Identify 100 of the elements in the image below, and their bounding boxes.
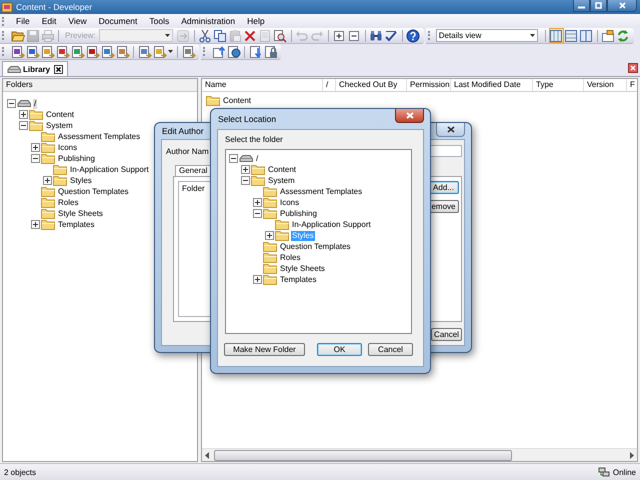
close-button[interactable] — [436, 123, 465, 137]
column-header[interactable]: Last Modified Date — [451, 79, 533, 91]
view-dropdown[interactable]: Details view — [436, 29, 538, 42]
tree-item[interactable]: Templates — [57, 220, 96, 230]
tree-item[interactable]: Content — [45, 110, 76, 120]
tree-item[interactable]: / — [33, 98, 38, 108]
document-icon[interactable] — [56, 44, 70, 58]
collapse-icon[interactable] — [229, 154, 238, 163]
expand-icon[interactable] — [265, 231, 274, 240]
list-item[interactable]: Content — [222, 96, 252, 105]
minimize-button[interactable] — [573, 0, 590, 12]
tree-item[interactable]: Styles — [69, 176, 93, 186]
open-folder-icon[interactable] — [10, 28, 24, 42]
split-view-button[interactable] — [578, 28, 594, 43]
document-icon[interactable] — [100, 44, 114, 58]
collapse-icon[interactable] — [241, 176, 250, 185]
tree-item[interactable]: In-Application Support — [291, 220, 372, 230]
tree-item[interactable]: Style Sheets — [279, 264, 326, 274]
tree-item[interactable]: Roles — [57, 198, 80, 208]
tree-item[interactable]: / — [255, 154, 260, 164]
grid-view-button[interactable] — [548, 28, 564, 43]
expand-icon[interactable] — [241, 165, 250, 174]
dialog-button[interactable]: Cancel — [431, 328, 462, 341]
close-button[interactable] — [395, 109, 424, 123]
document-icon[interactable] — [70, 44, 84, 58]
right-arrow-icon[interactable] — [629, 452, 634, 458]
document-icon[interactable] — [40, 44, 54, 58]
tree-item[interactable]: Content — [267, 164, 298, 174]
column-header[interactable]: F — [627, 79, 637, 91]
menu-item[interactable]: Help — [241, 16, 271, 26]
horizontal-scrollbar[interactable] — [202, 448, 637, 461]
tree-item[interactable]: Publishing — [279, 208, 318, 218]
expand-icon[interactable] — [31, 220, 40, 229]
caret-icon[interactable] — [168, 50, 173, 53]
collapse-icon[interactable] — [19, 121, 28, 130]
document-icon[interactable] — [86, 44, 100, 58]
magnifier-icon[interactable] — [273, 28, 288, 42]
menu-item[interactable]: Edit — [36, 16, 62, 26]
menu-item[interactable]: Administration — [175, 16, 242, 26]
dialog-button[interactable]: emove — [428, 200, 459, 213]
column-header[interactable]: Checked Out By — [336, 79, 407, 91]
column-header[interactable]: Permission — [407, 79, 451, 91]
document-icon[interactable] — [153, 44, 167, 58]
document-icon[interactable] — [10, 44, 24, 58]
close-icon[interactable] — [628, 63, 638, 73]
tree-item[interactable]: Assessment Templates — [57, 132, 142, 142]
document-icon[interactable] — [138, 44, 152, 58]
expand-icon[interactable] — [43, 176, 52, 185]
binoculars-icon[interactable] — [369, 28, 384, 42]
delete-icon[interactable] — [243, 28, 258, 42]
dialog-button[interactable]: Cancel — [368, 343, 413, 356]
tree-item[interactable]: System — [45, 120, 74, 130]
tree-item[interactable]: Question Templates — [279, 242, 352, 252]
tab[interactable]: General — [175, 165, 212, 176]
column-header[interactable]: Folder — [179, 182, 208, 195]
restore-button[interactable] — [590, 0, 607, 12]
dialog-button[interactable]: OK — [317, 343, 362, 356]
tree-item[interactable]: Publishing — [57, 154, 96, 164]
expand-icon[interactable] — [19, 110, 28, 119]
close-icon[interactable] — [54, 64, 64, 74]
tree-item[interactable]: Icons — [57, 142, 78, 152]
column-header[interactable]: / — [323, 79, 336, 91]
tree-item[interactable]: In-Application Support — [69, 164, 150, 174]
tree-item[interactable]: Question Templates — [57, 186, 130, 196]
tree-item[interactable]: System — [267, 176, 296, 186]
left-arrow-icon[interactable] — [205, 452, 210, 458]
document-icon[interactable] — [116, 44, 130, 58]
globe-icon[interactable] — [226, 44, 240, 58]
scissors-icon[interactable] — [198, 28, 212, 42]
tree-item[interactable]: Assessment Templates — [279, 186, 364, 196]
expand-icon[interactable] — [31, 143, 40, 152]
menu-item[interactable]: View — [62, 16, 93, 26]
menu-item[interactable]: File — [10, 16, 36, 26]
restore-icon[interactable] — [595, 2, 602, 9]
column-header[interactable]: Name — [202, 79, 323, 91]
collapse-icon[interactable] — [31, 154, 40, 163]
scrollbar-thumb[interactable] — [214, 450, 512, 460]
expand-icon[interactable] — [253, 275, 262, 284]
menu-item[interactable]: Document — [92, 16, 144, 26]
refresh-icon[interactable] — [616, 28, 630, 42]
close-button[interactable] — [607, 0, 637, 12]
expand-icon[interactable] — [253, 198, 262, 207]
document-icon[interactable] — [26, 44, 40, 58]
tree-item[interactable]: Roles — [279, 252, 302, 262]
help-icon[interactable] — [406, 28, 420, 42]
collapse-icon[interactable] — [253, 209, 262, 218]
menu-item[interactable]: Tools — [143, 16, 176, 26]
column-header[interactable]: Version — [584, 79, 627, 91]
collapse-icon[interactable] — [7, 99, 16, 108]
padlock-icon[interactable] — [264, 44, 278, 58]
library-tab[interactable]: Library — [2, 61, 68, 76]
input-field[interactable] — [430, 145, 462, 157]
rows-view-button[interactable] — [564, 28, 579, 43]
check-mark-icon[interactable] — [384, 28, 398, 42]
column-header[interactable]: Type — [533, 79, 584, 91]
plus-box-icon[interactable] — [332, 28, 346, 42]
dialog-button[interactable]: Make New Folder — [224, 343, 305, 356]
tree-item[interactable]: Templates — [279, 274, 318, 284]
close-icon[interactable] — [446, 126, 454, 133]
dialog-button[interactable]: Add... — [428, 181, 459, 194]
